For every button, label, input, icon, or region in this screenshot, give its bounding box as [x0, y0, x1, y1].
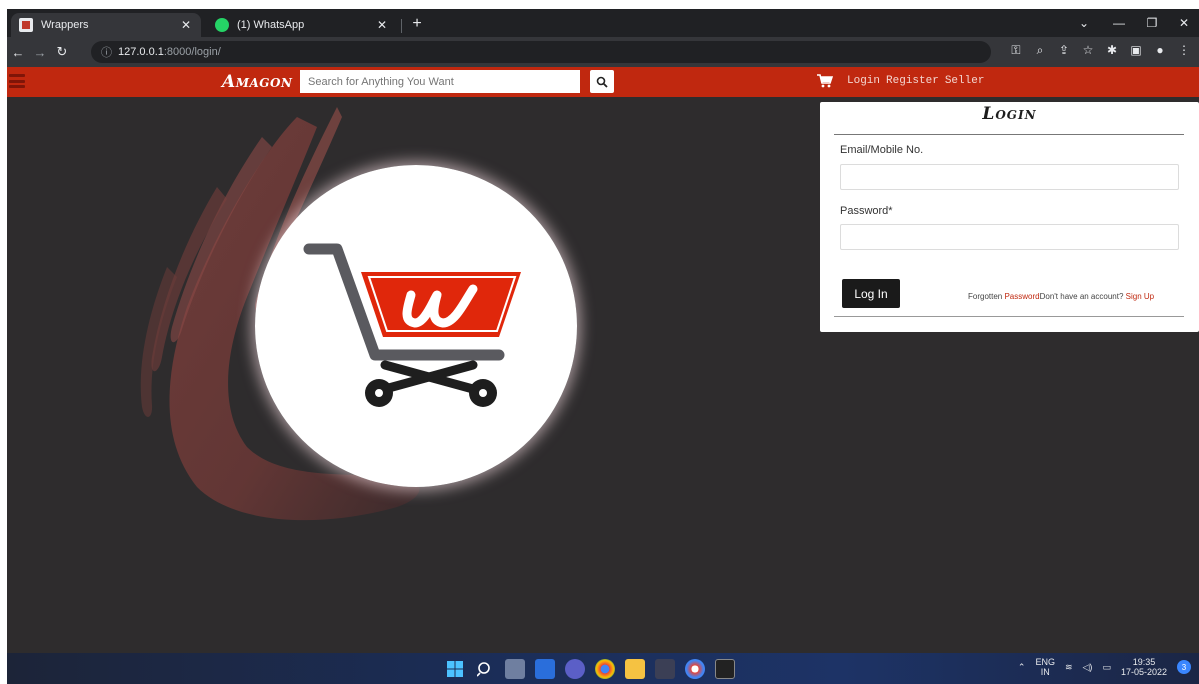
- tab-divider: [401, 19, 402, 33]
- new-tab-button[interactable]: +: [407, 14, 427, 34]
- restore-icon[interactable]: ❐: [1137, 13, 1167, 33]
- share-icon[interactable]: ⇪: [1057, 43, 1071, 58]
- signup-link[interactable]: Sign Up: [1126, 292, 1154, 301]
- minimize-icon[interactable]: —: [1104, 13, 1134, 33]
- chat-icon[interactable]: [565, 659, 585, 679]
- tab-whatsapp[interactable]: (1) WhatsApp ✕: [207, 13, 397, 37]
- signup-prefix: Don't have an account?: [1039, 292, 1126, 301]
- clock-time: 19:35: [1132, 657, 1156, 667]
- window-close-icon[interactable]: ✕: [1169, 13, 1199, 33]
- shopping-cart-logo-icon: [303, 243, 521, 407]
- chrome-profile-icon[interactable]: [685, 659, 705, 679]
- hamburger-menu-icon[interactable]: [9, 74, 25, 88]
- forward-arrow-icon[interactable]: →: [29, 45, 51, 60]
- zoom-icon[interactable]: ⌕: [1033, 43, 1047, 58]
- lang-bottom: IN: [1040, 667, 1050, 677]
- key-icon[interactable]: ⚿: [1009, 43, 1023, 58]
- url-host: 127.0.0.1: [118, 46, 164, 58]
- menu-dots-icon[interactable]: ⋮: [1177, 43, 1191, 58]
- task-view-icon[interactable]: [505, 659, 525, 679]
- email-label: Email/Mobile No.: [840, 144, 924, 156]
- side-panel-icon[interactable]: ▣: [1129, 43, 1143, 58]
- start-icon[interactable]: [445, 659, 465, 679]
- login-title: Login: [982, 104, 1037, 124]
- search-icon: [596, 76, 608, 88]
- wifi-icon[interactable]: ≋: [1065, 662, 1073, 673]
- clock-date: 17-05-2022: [1120, 667, 1167, 677]
- login-button[interactable]: Log In: [842, 279, 900, 308]
- tab-title: Wrappers: [41, 19, 89, 31]
- back-arrow-icon[interactable]: ←: [7, 45, 29, 60]
- search-taskbar-icon[interactable]: [475, 659, 495, 679]
- login-footer-links: Forgotten PasswordDon't have an account?…: [968, 292, 1154, 301]
- header-nav: Login Register Seller: [847, 75, 984, 87]
- close-icon[interactable]: ✕: [375, 18, 389, 32]
- lang-top: ENG: [1035, 657, 1055, 667]
- profile-avatar-icon[interactable]: ●: [1153, 43, 1167, 58]
- screen: Wrappers ✕ (1) WhatsApp ✕ + ⌄ — ❐ ✕ ← → …: [0, 0, 1199, 684]
- login-panel: Login Email/Mobile No. Password* Log In …: [820, 102, 1199, 332]
- system-tray: ⌃ ENG IN ≋ ◁) ▭ 19:35 17-05-2022 3: [1018, 657, 1191, 677]
- bottom-divider: [834, 316, 1184, 317]
- title-divider: [834, 134, 1184, 135]
- terminal-icon[interactable]: [715, 659, 735, 679]
- wrappers-favicon-icon: [19, 18, 33, 32]
- forgot-prefix: Forgotten: [968, 292, 1005, 301]
- site-header: Amagon Login Register Seller: [7, 67, 1199, 97]
- cart-icon[interactable]: [817, 74, 833, 88]
- notification-badge[interactable]: 3: [1177, 660, 1191, 674]
- email-field[interactable]: [840, 164, 1179, 190]
- chevron-up-icon[interactable]: ⌃: [1018, 662, 1026, 673]
- login-link[interactable]: Login: [847, 75, 880, 87]
- tab-search-icon[interactable]: ⌄: [1069, 13, 1099, 33]
- site-info-icon[interactable]: ⓘ: [101, 44, 112, 60]
- url-path: :8000/login/: [163, 46, 221, 58]
- password-label: Password*: [840, 205, 893, 217]
- password-field[interactable]: [840, 224, 1179, 250]
- extensions-icon[interactable]: ✱: [1105, 43, 1119, 58]
- tab-wrappers[interactable]: Wrappers ✕: [11, 13, 201, 37]
- site-logo[interactable]: Amagon: [222, 72, 292, 92]
- browser-toolbar: ← → ↻ ⓘ 127.0.0.1:8000/login/ ⚿ ⌕ ⇪ ☆ ✱ …: [7, 37, 1199, 67]
- search-input[interactable]: [300, 70, 580, 93]
- volume-icon[interactable]: ◁): [1083, 662, 1093, 673]
- toolbar-actions: ⚿ ⌕ ⇪ ☆ ✱ ▣ ● ⋮: [1009, 43, 1191, 58]
- app-icon[interactable]: [655, 659, 675, 679]
- close-icon[interactable]: ✕: [179, 18, 193, 32]
- taskbar-apps: [445, 659, 735, 679]
- clock[interactable]: 19:35 17-05-2022: [1121, 657, 1167, 677]
- forgot-password-link[interactable]: Password: [1004, 292, 1039, 301]
- chrome-icon[interactable]: [595, 659, 615, 679]
- search-button[interactable]: [590, 70, 614, 93]
- file-explorer-icon[interactable]: [625, 659, 645, 679]
- language-indicator[interactable]: ENG IN: [1035, 657, 1055, 677]
- whatsapp-favicon-icon: [215, 18, 229, 32]
- reload-icon[interactable]: ↻: [51, 44, 73, 60]
- tab-title: (1) WhatsApp: [237, 19, 305, 31]
- windows-taskbar: ⌃ ENG IN ≋ ◁) ▭ 19:35 17-05-2022 3: [7, 653, 1199, 684]
- widgets-icon[interactable]: [535, 659, 555, 679]
- battery-icon[interactable]: ▭: [1102, 662, 1111, 673]
- register-link[interactable]: Register: [886, 75, 939, 87]
- browser-tab-bar: Wrappers ✕ (1) WhatsApp ✕ + ⌄ — ❐ ✕: [7, 9, 1199, 37]
- bookmark-star-icon[interactable]: ☆: [1081, 43, 1095, 58]
- seller-link[interactable]: Seller: [945, 75, 985, 87]
- address-bar[interactable]: ⓘ 127.0.0.1:8000/login/: [91, 41, 991, 63]
